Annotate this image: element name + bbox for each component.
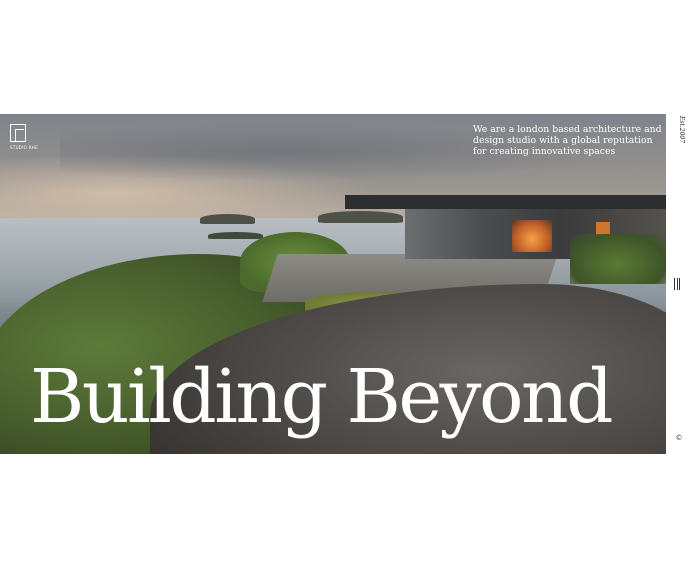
hero-headline: Building Beyond [30, 354, 614, 440]
established-label: Est.2007 [678, 116, 685, 144]
logo-text: STUDIO RHE [10, 145, 38, 150]
menu-icon-bar [679, 278, 680, 290]
hero-tagline: We are a london based architecture and d… [473, 124, 662, 157]
logo-mark-icon [10, 124, 26, 142]
island [200, 214, 255, 224]
scroll-marker: © [675, 434, 683, 442]
vegetation [570, 234, 666, 284]
lit-window [512, 220, 552, 252]
menu-icon-bar [674, 278, 675, 290]
building-roof [345, 195, 666, 209]
menu-icon[interactable] [674, 278, 682, 290]
island [318, 211, 403, 223]
hero-image: STUDIO RHE We are a london based archite… [0, 114, 666, 454]
menu-icon-bar [676, 278, 678, 290]
logo[interactable]: STUDIO RHE [10, 124, 40, 160]
island [208, 232, 263, 239]
